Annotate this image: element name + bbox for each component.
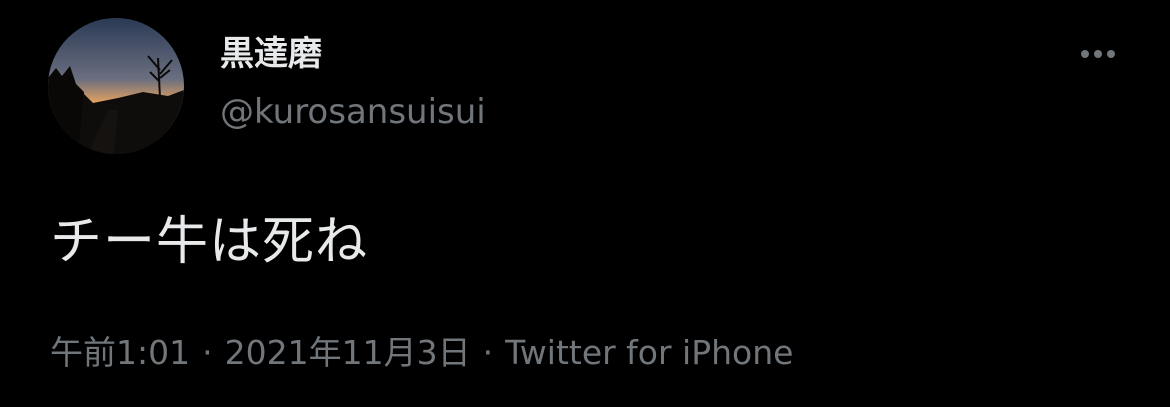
tweet-date[interactable]: 2021年11月3日 (225, 328, 471, 378)
tweet-time[interactable]: 午前1:01 (50, 328, 190, 378)
avatar[interactable] (48, 18, 184, 154)
tweet-source[interactable]: Twitter for iPhone (505, 328, 793, 378)
display-name[interactable]: 黒達磨 (220, 28, 322, 80)
more-dot (1081, 50, 1089, 58)
meta-separator: · (202, 333, 213, 372)
meta-separator: · (482, 333, 494, 372)
tweet-text: チー牛は死ね (50, 212, 369, 272)
tweet-meta: 午前1:01 · 2021年11月3日 · Twitter for iPhone (50, 328, 793, 378)
tweet-detail: 黒達磨 @kurosansuisui チー牛は死ね 午前1:01 · 2021年… (0, 0, 1170, 407)
user-handle[interactable]: @kurosansuisui (220, 86, 486, 138)
more-horizontal-icon[interactable] (1070, 34, 1126, 74)
more-dot (1107, 50, 1115, 58)
more-dot (1094, 50, 1102, 58)
avatar-image (48, 18, 184, 154)
